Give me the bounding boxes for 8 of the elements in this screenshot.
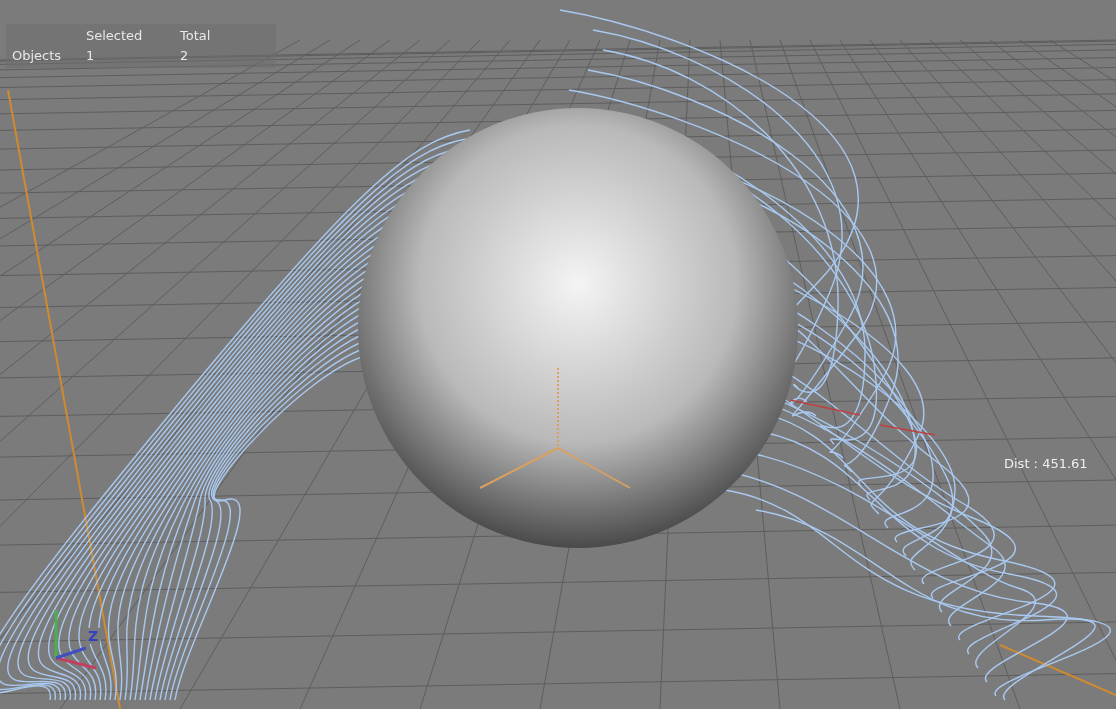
total-count: 2 [180, 47, 190, 65]
3d-viewport[interactable]: Selected Total Objects 1 2 Dist : 451.61 Z [0, 0, 1116, 709]
distance-readout: Dist : 451.61 [1004, 456, 1088, 471]
column-header: Selected [86, 27, 144, 45]
row-label: Objects [12, 47, 63, 65]
column-header: Total [180, 27, 212, 45]
axis-label: Z [86, 628, 101, 644]
selected-count: 1 [86, 47, 96, 65]
